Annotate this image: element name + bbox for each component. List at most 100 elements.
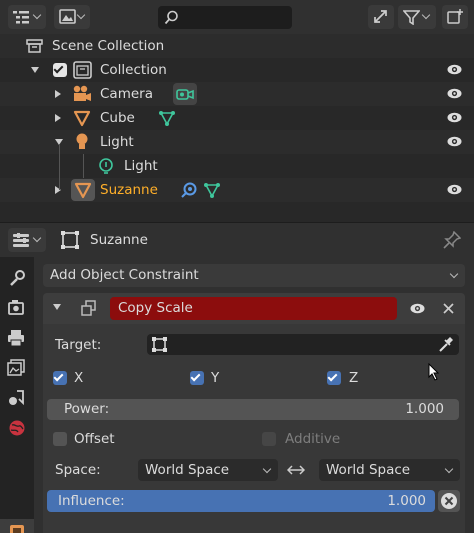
power-label: Power:: [64, 401, 110, 417]
collapse-arrow-icon[interactable]: [53, 304, 61, 310]
target-space-dropdown[interactable]: World Space: [138, 459, 278, 481]
copy-scale-icon: [81, 300, 96, 316]
space-label: Space:: [55, 462, 101, 478]
add-constraint-dropdown[interactable]: Add Object Constraint: [43, 264, 465, 287]
expand-arrow-icon[interactable]: [55, 186, 61, 194]
camera-data-button[interactable]: [173, 83, 197, 105]
influence-slider[interactable]: Influence: 1.000: [47, 490, 435, 512]
tab-render[interactable]: [4, 295, 30, 321]
eye-icon[interactable]: [410, 303, 425, 314]
chevron-down-icon: [444, 464, 454, 474]
checkmark-icon: [53, 371, 64, 382]
light-icon: [76, 133, 88, 149]
eye-icon[interactable]: [447, 112, 462, 123]
outliner-row-cube[interactable]: Cube: [0, 106, 474, 130]
power-slider[interactable]: Power: 1.000: [47, 399, 459, 420]
object-icon: [61, 231, 79, 249]
display-mode-icon: [59, 9, 76, 24]
axis-z-checkbox[interactable]: [327, 371, 341, 385]
outliner-row-collection[interactable]: Collection: [0, 58, 474, 82]
properties-editor: Suzanne Add Object Constraint Copy Scale…: [0, 223, 474, 533]
chevron-down-icon: [32, 10, 42, 20]
constraint-body: Target: X Y Z Power: 1.000 Offset Additi…: [43, 324, 465, 533]
expand-arrow-icon[interactable]: [31, 67, 39, 73]
editor-type-button[interactable]: [8, 228, 46, 252]
copy-scale-constraint-box: Copy Scale Target: X Y Z Power: 1.000 Of…: [43, 293, 465, 533]
eyedropper-icon[interactable]: [437, 336, 454, 353]
light-data-icon: [99, 158, 113, 174]
mesh-data-icon[interactable]: [158, 109, 176, 127]
offset-checkbox[interactable]: [53, 432, 67, 446]
outliner-header: [0, 0, 474, 34]
axis-x-checkbox[interactable]: [53, 371, 67, 385]
modifier-icon[interactable]: [180, 181, 198, 199]
mesh-object-icon: [73, 110, 91, 127]
outliner-row-light-data[interactable]: Light: [0, 154, 474, 178]
target-field[interactable]: [147, 334, 459, 355]
offset-label: Offset: [74, 431, 115, 447]
axis-x-label: X: [74, 370, 84, 386]
properties-header: Suzanne: [0, 223, 474, 257]
mesh-data-icon[interactable]: [203, 181, 221, 199]
exclude-checkbox[interactable]: [53, 63, 67, 77]
eye-icon[interactable]: [447, 64, 462, 75]
collection-icon: [73, 61, 92, 79]
outliner-item-label: Camera: [100, 86, 153, 102]
eye-icon[interactable]: [447, 136, 462, 147]
target-space-value: World Space: [145, 462, 230, 478]
object-icon: [10, 525, 24, 533]
scene-collection-icon: [26, 39, 43, 53]
chevron-down-icon: [32, 233, 42, 243]
camera-data-icon: [176, 89, 194, 100]
tab-output[interactable]: [4, 325, 30, 351]
disable-keep-transform-button[interactable]: [438, 490, 460, 512]
expand-arrow-icon[interactable]: [55, 114, 61, 122]
close-icon[interactable]: [442, 302, 455, 315]
eye-icon[interactable]: [447, 184, 462, 195]
outliner-item-label: Light: [100, 134, 134, 150]
object-icon: [152, 337, 167, 352]
outliner-row-scene-collection[interactable]: Scene Collection: [0, 34, 474, 58]
outliner-row-light[interactable]: Light: [0, 130, 474, 154]
eye-icon[interactable]: [447, 88, 462, 99]
constraints-panel: Add Object Constraint Copy Scale Target:: [34, 257, 474, 533]
search-input[interactable]: [158, 6, 292, 29]
tab-view-layer[interactable]: [4, 355, 30, 381]
tab-scene[interactable]: [4, 385, 30, 411]
new-collection-button[interactable]: [442, 5, 468, 29]
outliner-row-camera[interactable]: Camera: [0, 82, 474, 106]
chevron-down-icon: [262, 464, 272, 474]
tab-world[interactable]: [4, 415, 30, 441]
owner-space-dropdown[interactable]: World Space: [319, 459, 460, 481]
mouse-cursor-icon: [428, 363, 440, 381]
sync-icon: [374, 10, 387, 23]
checkmark-icon: [190, 371, 201, 382]
chevron-down-icon: [421, 10, 431, 20]
filter-button[interactable]: [398, 5, 436, 29]
pin-icon[interactable]: [443, 231, 461, 249]
tree-line: [83, 154, 84, 178]
active-object-highlight: [71, 179, 95, 201]
tree-line: [59, 144, 60, 190]
power-value: 1.000: [405, 401, 444, 417]
axis-y-checkbox[interactable]: [190, 371, 204, 385]
outliner-item-label: Collection: [100, 62, 167, 78]
expand-arrow-icon[interactable]: [55, 90, 61, 98]
additive-checkbox[interactable]: [262, 432, 276, 446]
constraint-name-field[interactable]: Copy Scale: [110, 297, 397, 320]
editor-type-button[interactable]: [8, 5, 46, 29]
outliner-item-label: Suzanne: [100, 182, 158, 198]
editor-type-icon: [13, 11, 29, 24]
tab-object-constraints[interactable]: [4, 519, 30, 533]
additive-label: Additive: [285, 431, 341, 447]
swap-space-icon[interactable]: [287, 464, 305, 476]
outliner-row-suzanne[interactable]: Suzanne: [0, 178, 474, 202]
axis-z-label: Z: [349, 370, 359, 386]
checkmark-icon: [53, 63, 64, 74]
display-mode-button[interactable]: [54, 5, 90, 29]
tool-icon: [10, 270, 25, 286]
output-icon: [8, 330, 24, 347]
properties-editor-icon: [13, 233, 29, 247]
tab-tool[interactable]: [4, 265, 30, 291]
sync-button[interactable]: [368, 5, 394, 29]
